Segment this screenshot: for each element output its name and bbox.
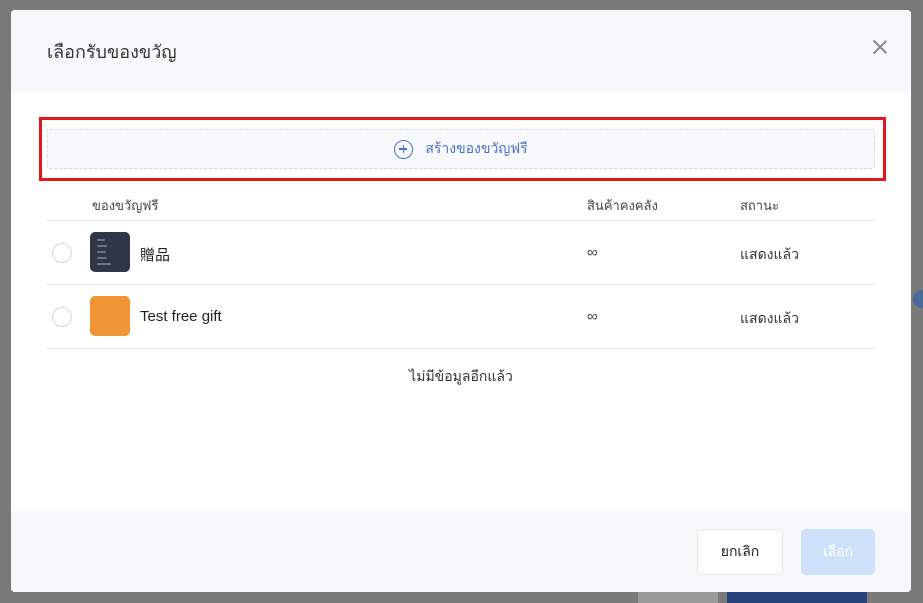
dialog-title: เลือกรับของขวัญ (47, 42, 177, 62)
gift-name: Test free gift (140, 308, 222, 325)
plus-circle-icon (394, 139, 414, 159)
create-free-gift-button[interactable]: สร้างของขวัญฟรี (47, 129, 875, 169)
table-header: ของขวัญฟรี สินค้าคงคลัง สถานะ (46, 188, 875, 221)
select-button[interactable]: เลือก (801, 529, 875, 575)
table-row[interactable]: 贈品 ∞ แสดงแล้ว (46, 221, 875, 285)
column-header-gift: ของขวัญฟรี (92, 198, 159, 213)
dialog-header: เลือกรับของขวัญ (11, 10, 911, 93)
gift-stock: ∞ (587, 308, 598, 325)
dialog-body: สร้างของขวัญฟรี ของขวัญฟรี สินค้าคงคลัง … (11, 93, 911, 511)
gift-thumbnail (90, 232, 130, 272)
column-header-status: สถานะ (740, 198, 779, 213)
column-header-stock: สินค้าคงคลัง (587, 198, 658, 213)
no-more-data-text: ไม่มีข้อมูลอีกแล้ว (409, 368, 513, 384)
close-icon[interactable] (871, 38, 889, 56)
table-row[interactable]: Test free gift ∞ แสดงแล้ว (46, 285, 875, 349)
gift-name: 贈品 (140, 247, 171, 264)
row-radio[interactable] (52, 307, 72, 327)
create-free-gift-label: สร้างของขวัญฟรี (425, 140, 528, 156)
row-radio[interactable] (52, 243, 72, 263)
background-scroll-handle (913, 290, 923, 308)
gift-status: แสดงแล้ว (740, 246, 799, 262)
gift-thumbnail (90, 296, 130, 336)
gift-select-dialog: เลือกรับของขวัญ สร้างของขวัญฟรี ของขวัญฟ… (11, 10, 911, 592)
cancel-button[interactable]: ยกเลิก (697, 529, 783, 575)
dialog-footer: ยกเลิก เลือก (11, 511, 911, 592)
gift-status: แสดงแล้ว (740, 310, 799, 326)
gift-stock: ∞ (587, 244, 598, 261)
gift-table: ของขวัญฟรี สินค้าคงคลัง สถานะ 贈品 ∞ แสดงแ… (46, 188, 875, 349)
